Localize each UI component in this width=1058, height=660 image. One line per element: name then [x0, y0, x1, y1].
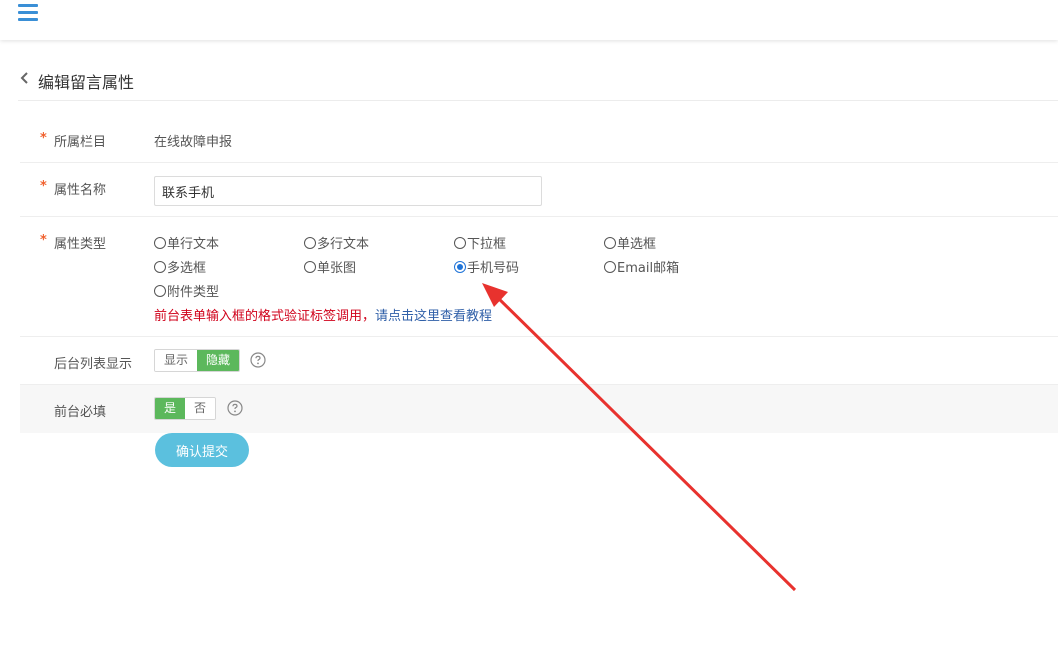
- radio-icon[interactable]: [604, 236, 616, 249]
- form-row-column: * 所属栏目 在线故障申报: [20, 116, 1058, 163]
- yes-option[interactable]: 是: [155, 398, 186, 419]
- radio-icon[interactable]: [154, 260, 166, 273]
- required-mark: *: [40, 131, 47, 146]
- form-row-list-display: 后台列表显示 显示 隐藏: [20, 337, 1058, 385]
- radio-icon[interactable]: [604, 260, 616, 273]
- radio-icon[interactable]: [154, 236, 166, 249]
- type-option-dropdown[interactable]: 下拉框: [454, 233, 506, 252]
- list-display-toggle[interactable]: 显示 隐藏: [154, 349, 241, 372]
- no-option[interactable]: 否: [185, 398, 216, 419]
- type-label: 属性类型: [54, 237, 107, 252]
- type-option-email[interactable]: Email邮箱: [604, 257, 679, 276]
- help-circle-icon[interactable]: [250, 352, 266, 368]
- list-display-label: 后台列表显示: [54, 357, 133, 372]
- type-option-radio[interactable]: 单选框: [604, 233, 656, 252]
- page-header: 编辑留言属性: [18, 62, 1058, 101]
- hide-option[interactable]: 隐藏: [197, 350, 240, 371]
- radio-icon[interactable]: [304, 236, 316, 249]
- required-mark: *: [40, 233, 47, 248]
- radio-icon[interactable]: [454, 236, 466, 249]
- column-value: 在线故障申报: [154, 135, 233, 150]
- required-mark: *: [40, 179, 47, 194]
- name-input[interactable]: [154, 176, 542, 206]
- required-label: 前台必填: [54, 405, 107, 420]
- radio-icon[interactable]: [304, 260, 316, 273]
- page-title: 编辑留言属性: [38, 73, 135, 92]
- show-option[interactable]: 显示: [155, 350, 198, 371]
- type-option-checkbox[interactable]: 多选框: [154, 257, 206, 276]
- form-row-name: * 属性名称: [20, 163, 1058, 217]
- type-option-single-line[interactable]: 单行文本: [154, 233, 219, 252]
- type-option-mobile[interactable]: 手机号码: [454, 257, 519, 276]
- required-toggle[interactable]: 是 否: [154, 397, 217, 420]
- menu-icon[interactable]: [18, 4, 38, 21]
- tutorial-link[interactable]: 请点击这里查看教程: [375, 309, 492, 324]
- form-row-required: 前台必填 是 否: [20, 385, 1058, 433]
- radio-icon[interactable]: [154, 284, 166, 297]
- type-option-attachment[interactable]: 附件类型: [154, 281, 219, 300]
- help-circle-icon[interactable]: [227, 400, 243, 416]
- form-row-type: * 属性类型 单行文本 多行文本 下拉框 单选框 多选框 单张图 手机号码 Em…: [20, 217, 1058, 337]
- name-label: 属性名称: [54, 183, 107, 198]
- radio-icon[interactable]: [454, 260, 466, 273]
- submit-button[interactable]: 确认提交: [155, 433, 249, 467]
- type-option-single-image[interactable]: 单张图: [304, 257, 356, 276]
- type-option-multi-line[interactable]: 多行文本: [304, 233, 369, 252]
- format-hint: 前台表单输入框的格式验证标签调用，请点击这里查看教程: [154, 309, 493, 324]
- column-label: 所属栏目: [54, 135, 107, 150]
- chevron-left-icon[interactable]: [18, 71, 32, 85]
- top-bar: [0, 0, 1058, 40]
